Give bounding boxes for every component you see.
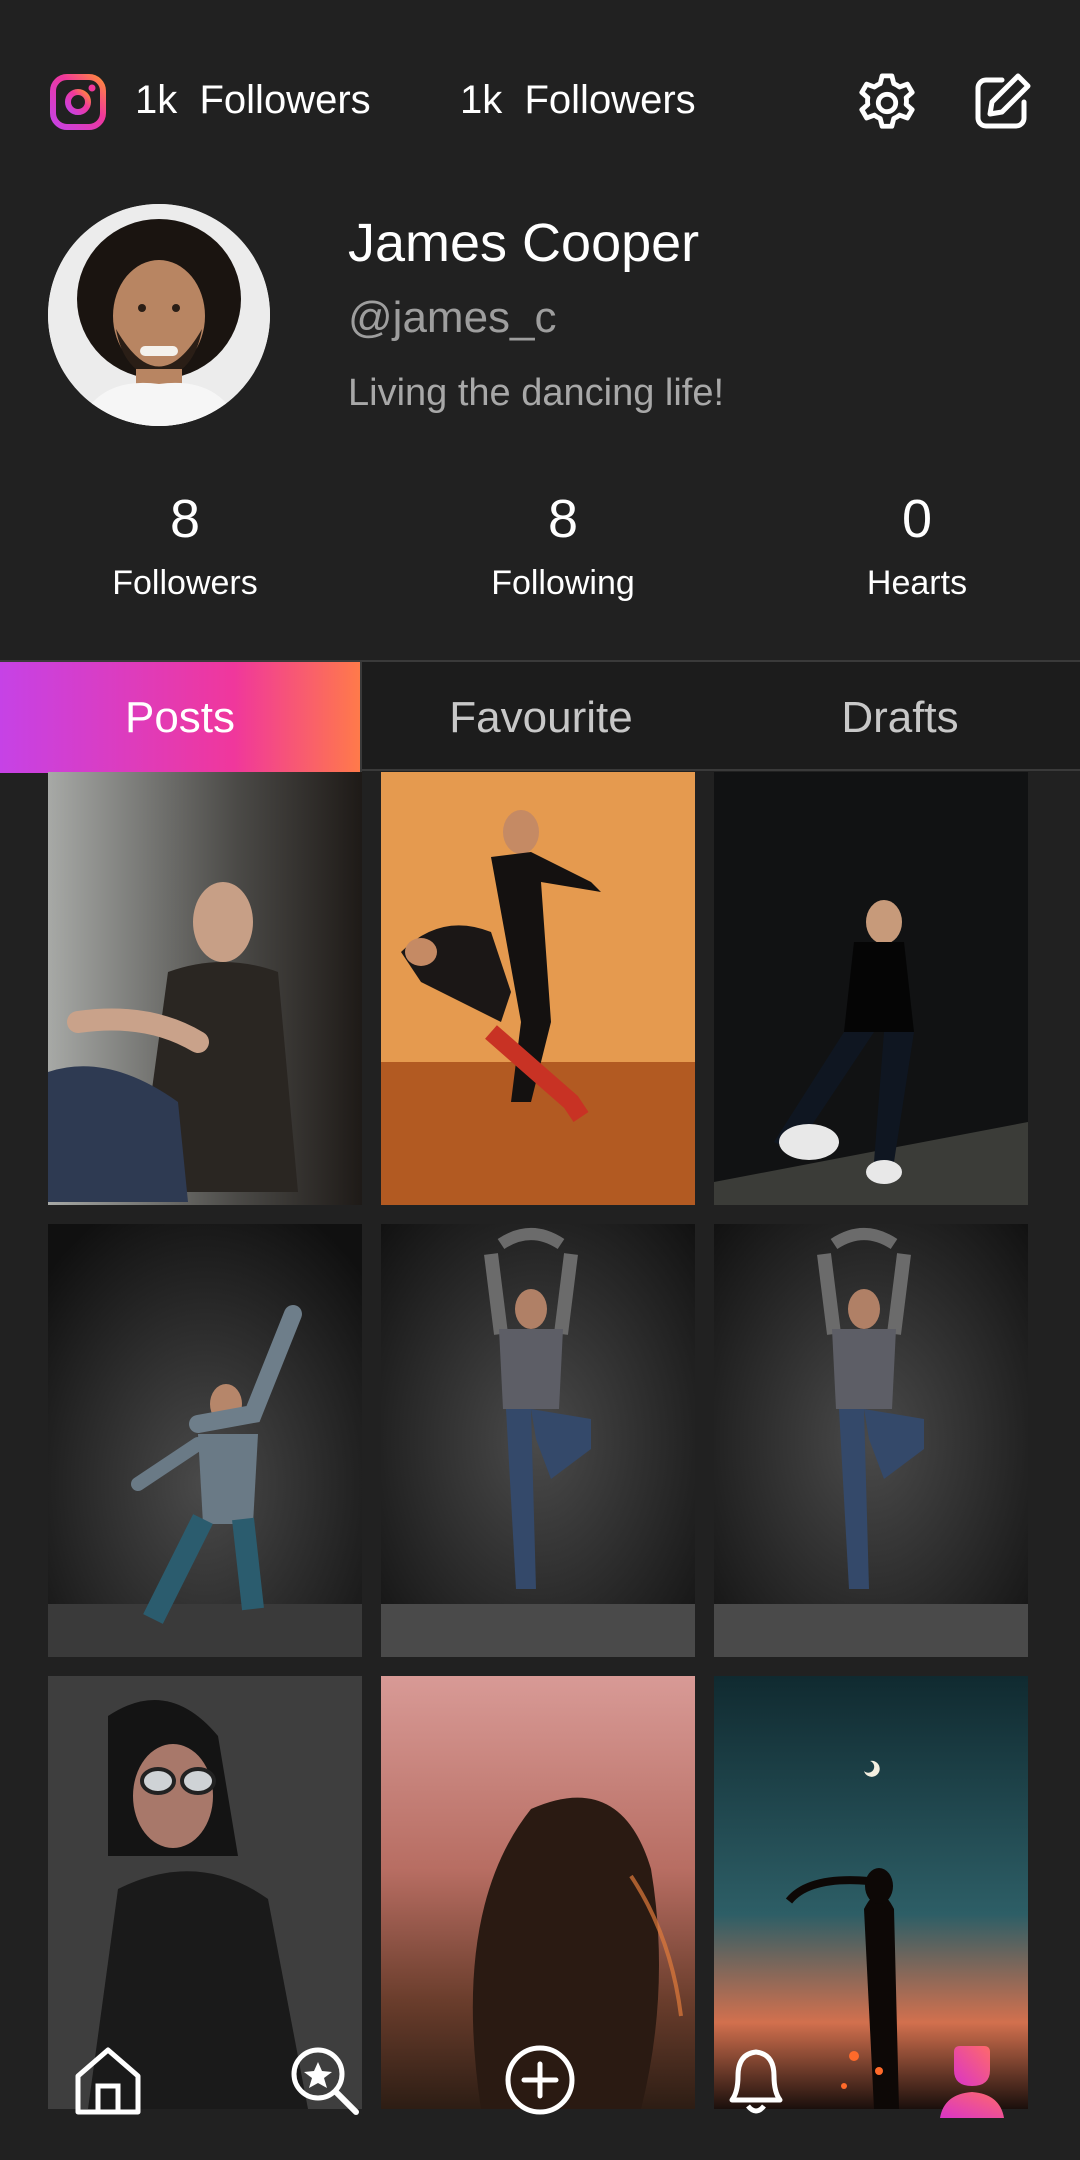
post-tile[interactable] [381, 1224, 695, 1657]
chip-label: Followers [199, 78, 371, 122]
followers-chip-1[interactable]: 1k Followers [135, 78, 371, 123]
stat-value: 8 [169, 489, 201, 549]
stat-label: Followers [112, 564, 258, 602]
avatar[interactable] [48, 204, 270, 426]
stat-value: 0 [901, 489, 933, 549]
bottom-nav [0, 2030, 1080, 2160]
profile-handle: @james_c [348, 293, 557, 342]
followers-chip-2[interactable]: 1k Followers [460, 78, 696, 123]
chip-count: 1k [135, 78, 178, 122]
post-tile[interactable] [714, 772, 1028, 1205]
post-tile[interactable] [381, 772, 695, 1205]
post-tile[interactable] [48, 772, 362, 1205]
stat-hearts[interactable]: 0 Hearts [767, 488, 1067, 603]
chip-count: 1k [460, 78, 503, 122]
add-circle-icon[interactable] [500, 2040, 580, 2120]
tab-drafts[interactable]: Drafts [720, 662, 1080, 773]
edit-square-icon[interactable] [972, 72, 1032, 132]
post-tile[interactable] [714, 1224, 1028, 1657]
tab-favourite[interactable]: Favourite [360, 662, 720, 773]
chip-label: Followers [524, 78, 696, 122]
top-bar: 1k Followers 1k Followers [0, 0, 1080, 200]
search-star-icon[interactable] [284, 2040, 364, 2120]
stat-label: Following [491, 564, 635, 602]
tab-posts[interactable]: Posts [0, 662, 360, 773]
stat-label: Hearts [866, 564, 968, 602]
profile-icon[interactable] [932, 2040, 1012, 2120]
home-icon[interactable] [68, 2040, 148, 2120]
stat-value: 8 [547, 489, 579, 549]
stat-following[interactable]: 8 Following [413, 488, 713, 603]
profile-tabs: Posts Favourite Drafts [0, 660, 1080, 773]
stat-followers[interactable]: 8 Followers [35, 488, 335, 603]
instagram-icon[interactable] [50, 74, 106, 130]
profile-name: James Cooper [348, 213, 700, 273]
gear-icon[interactable] [856, 72, 918, 134]
post-tile[interactable] [48, 1224, 362, 1657]
profile-bio: Living the dancing life! [348, 372, 725, 414]
bell-icon[interactable] [716, 2040, 796, 2120]
